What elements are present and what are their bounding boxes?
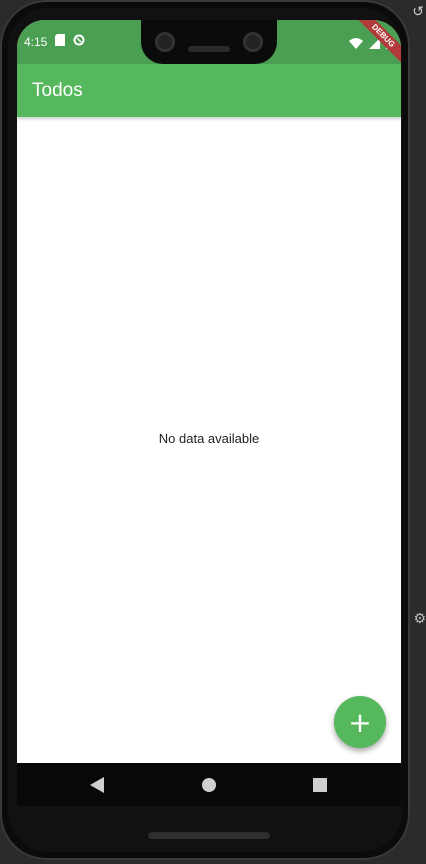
back-icon [90,777,104,793]
front-camera-right [243,32,263,52]
status-bar: 4:15 DEBUG [17,20,401,64]
settings-side-icon[interactable]: ⚙ [413,611,426,627]
navigation-bar [17,763,401,806]
device-screen: 4:15 DEBUG Todos No data available + [17,20,401,806]
recents-button[interactable] [310,775,330,795]
home-icon [202,778,216,792]
status-left: 4:15 [24,34,85,49]
sd-card-icon [55,34,66,49]
empty-state-message: No data available [158,431,260,446]
camera-notch [141,20,277,64]
status-time: 4:15 [24,34,48,49]
undo-side-icon[interactable]: ↺ [412,4,424,20]
add-icon: + [348,705,372,739]
add-todo-button[interactable]: + [334,696,386,748]
device-chin-grille [148,832,270,839]
page-title: Todos [32,80,83,101]
data-saver-icon [73,34,85,49]
back-button[interactable] [87,775,107,795]
wifi-icon [349,34,363,53]
app-bar: Todos [17,64,401,117]
recents-icon [313,778,327,792]
home-button[interactable] [199,775,219,795]
front-camera-left [155,32,175,52]
earpiece-speaker [188,46,230,52]
